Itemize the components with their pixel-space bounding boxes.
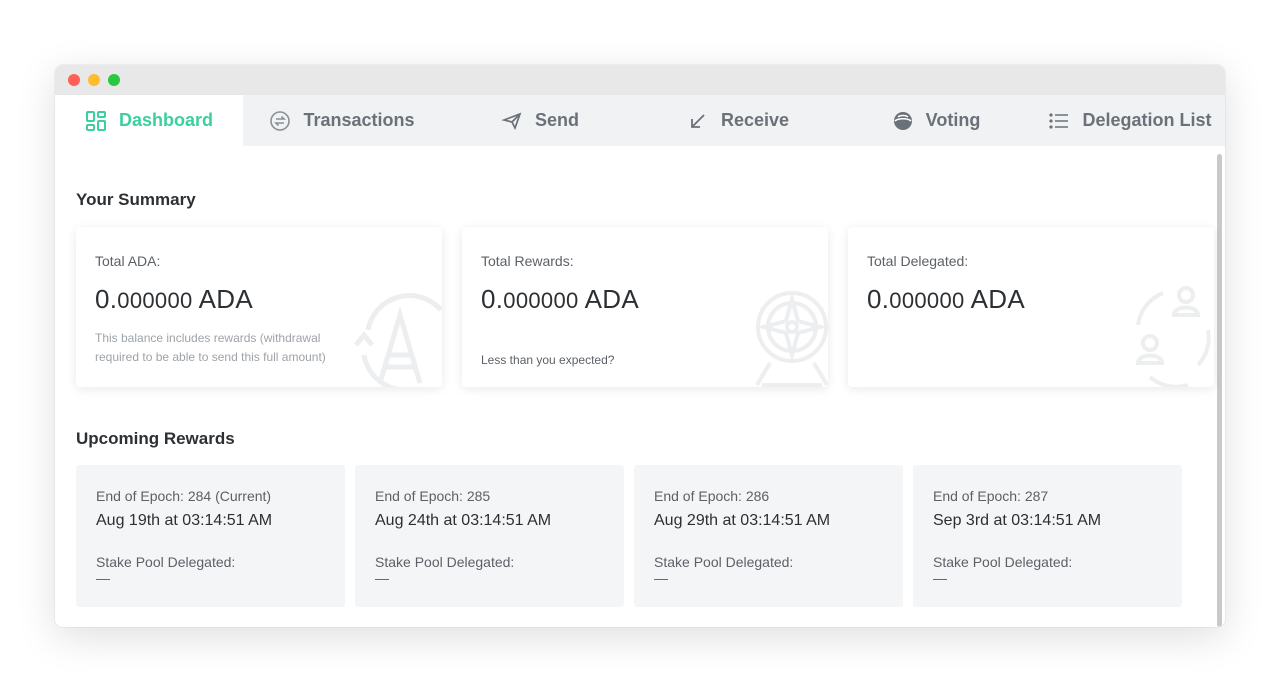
receive-icon (687, 110, 709, 132)
tab-transactions-label: Transactions (303, 110, 415, 130)
tab-receive[interactable]: Receive (639, 95, 837, 146)
stake-pool-value: — (375, 570, 389, 586)
total-delegated-amount: 0.000000 ADA (867, 284, 1025, 314)
stake-pool-value: — (96, 570, 110, 586)
scrollbar[interactable] (1217, 154, 1222, 627)
reward-epoch: End of Epoch: 286 (654, 488, 770, 504)
tab-delegation-list[interactable]: Delegation List (1035, 95, 1225, 146)
tab-transactions[interactable]: Transactions (243, 95, 441, 146)
tab-delegation-list-label: Delegation List (1082, 110, 1212, 130)
dashboard-icon (85, 110, 107, 132)
reward-card: End of Epoch: 287 Sep 3rd at 03:14:51 AM… (913, 465, 1182, 607)
title-bar (55, 65, 1225, 95)
reward-epoch: End of Epoch: 285 (375, 488, 491, 504)
stake-pool-label: Stake Pool Delegated: (933, 554, 1073, 570)
main-tab-bar: Dashboard Transactions Send Receive Voti… (55, 95, 1225, 146)
total-ada-amount: 0.000000 ADA (95, 284, 253, 314)
reward-date: Aug 24th at 03:14:51 AM (375, 512, 552, 529)
close-window-button[interactable] (68, 74, 80, 86)
minimize-window-button[interactable] (88, 74, 100, 86)
stake-pool-label: Stake Pool Delegated: (654, 554, 794, 570)
reward-date: Aug 19th at 03:14:51 AM (96, 512, 273, 529)
send-icon (501, 110, 523, 132)
stake-pool-label: Stake Pool Delegated: (375, 554, 515, 570)
app-window: Dashboard Transactions Send Receive Voti… (55, 65, 1225, 627)
reward-epoch: End of Epoch: 287 (933, 488, 1049, 504)
compass-icon (755, 291, 828, 387)
summary-title: Your Summary (76, 190, 196, 209)
tab-voting-label: Voting (925, 110, 981, 130)
tab-send[interactable]: Send (441, 95, 639, 146)
upcoming-rewards-title: Upcoming Rewards (76, 429, 235, 448)
dashboard-content: Your Summary Total ADA: 0.000000 ADA Thi… (55, 146, 1225, 627)
transactions-icon (269, 110, 291, 132)
total-ada-label: Total ADA: (95, 253, 161, 269)
tab-voting[interactable]: Voting (837, 95, 1035, 146)
total-ada-note: This balance includes rewards (withdrawa… (95, 331, 326, 364)
list-icon (1048, 110, 1070, 132)
reward-card: End of Epoch: 286 Aug 29th at 03:14:51 A… (634, 465, 903, 607)
stake-pool-value: — (933, 570, 947, 586)
total-delegated-card: Total Delegated: 0.000000 ADA (848, 227, 1214, 387)
reward-date: Sep 3rd at 03:14:51 AM (933, 512, 1102, 529)
tab-dashboard-label: Dashboard (118, 110, 214, 130)
total-ada-card: Total ADA: 0.000000 ADA This balance inc… (76, 227, 442, 387)
total-rewards-card: Total Rewards: 0.000000 ADA Less than yo… (462, 227, 828, 387)
ada-icon (354, 293, 442, 387)
maximize-window-button[interactable] (108, 74, 120, 86)
total-rewards-label: Total Rewards: (481, 253, 574, 269)
total-rewards-amount: 0.000000 ADA (481, 284, 639, 314)
reward-date: Aug 29th at 03:14:51 AM (654, 512, 831, 529)
stake-pool-label: Stake Pool Delegated: (96, 554, 236, 570)
reward-card: End of Epoch: 285 Aug 24th at 03:14:51 A… (355, 465, 624, 607)
stake-pool-value: — (654, 570, 668, 586)
total-delegated-label: Total Delegated: (867, 253, 969, 269)
tab-dashboard[interactable]: Dashboard (55, 95, 243, 146)
tab-send-label: Send (534, 110, 579, 130)
tab-receive-label: Receive (720, 110, 790, 130)
reward-card: End of Epoch: 284 (Current) Aug 19th at … (76, 465, 345, 607)
rewards-help-link[interactable]: Less than you expected? (481, 353, 614, 367)
voting-icon (892, 110, 914, 132)
users-icon (1135, 286, 1211, 387)
reward-epoch: End of Epoch: 284 (Current) (96, 488, 272, 504)
